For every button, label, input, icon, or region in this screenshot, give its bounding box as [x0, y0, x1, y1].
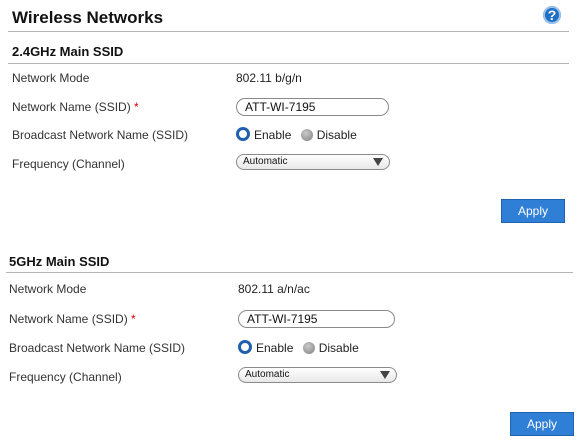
frequency-select-value-5ghz: Automatic: [245, 369, 290, 380]
network-mode-value-5ghz: 802.11 a/n/ac: [238, 282, 310, 296]
frequency-select-2-4ghz[interactable]: Automatic: [236, 154, 390, 170]
apply-button-2-4ghz[interactable]: Apply: [501, 199, 565, 223]
radio-disable-5ghz[interactable]: [302, 342, 315, 354]
radio-enable-label-5ghz[interactable]: Enable: [256, 341, 293, 355]
chevron-down-icon: [373, 158, 383, 166]
help-icon[interactable]: ?: [543, 6, 561, 24]
ssid-label-text-2-4ghz: Network Name (SSID): [12, 100, 131, 114]
broadcast-label-5ghz: Broadcast Network Name (SSID): [9, 341, 186, 355]
chevron-down-icon: [380, 371, 390, 379]
section-title-5ghz: 5GHz Main SSID: [9, 254, 110, 269]
section-title-2-4ghz: 2.4GHz Main SSID: [12, 44, 124, 59]
radio-disable-label-5ghz[interactable]: Disable: [319, 341, 359, 355]
frequency-label-5ghz: Frequency (Channel): [9, 370, 122, 384]
frequency-select-5ghz[interactable]: Automatic: [238, 367, 397, 383]
network-mode-label-2-4ghz: Network Mode: [12, 71, 90, 85]
section-divider-2-4ghz: [8, 63, 569, 64]
title-divider: [8, 31, 569, 32]
ssid-label-5ghz: Network Name (SSID) *: [9, 312, 136, 326]
ssid-input-5ghz[interactable]: ATT-WI-7195: [238, 310, 395, 328]
radio-enable-2-4ghz[interactable]: [236, 127, 250, 141]
broadcast-radio-group-2-4ghz: Enable Disable: [236, 127, 363, 142]
radio-disable-2-4ghz[interactable]: [300, 129, 313, 141]
page-title: Wireless Networks: [12, 8, 164, 27]
required-mark-2-4ghz: *: [134, 100, 139, 114]
radio-disable-label-2-4ghz[interactable]: Disable: [317, 128, 357, 142]
radio-enable-label-2-4ghz[interactable]: Enable: [254, 128, 291, 142]
radio-enable-5ghz[interactable]: [238, 340, 252, 354]
network-mode-label-5ghz: Network Mode: [9, 282, 87, 296]
frequency-select-value-2-4ghz: Automatic: [243, 156, 288, 167]
ssid-label-text-5ghz: Network Name (SSID): [9, 312, 128, 326]
section-divider-5ghz: [6, 272, 573, 273]
broadcast-label-2-4ghz: Broadcast Network Name (SSID): [12, 128, 189, 142]
apply-button-5ghz[interactable]: Apply: [510, 412, 574, 436]
frequency-label-2-4ghz: Frequency (Channel): [12, 157, 125, 171]
required-mark-5ghz: *: [131, 312, 136, 326]
broadcast-radio-group-5ghz: Enable Disable: [238, 340, 365, 355]
ssid-label-2-4ghz: Network Name (SSID) *: [12, 100, 139, 114]
ssid-input-2-4ghz[interactable]: ATT-WI-7195: [236, 98, 389, 116]
network-mode-value-2-4ghz: 802.11 b/g/n: [236, 71, 302, 85]
